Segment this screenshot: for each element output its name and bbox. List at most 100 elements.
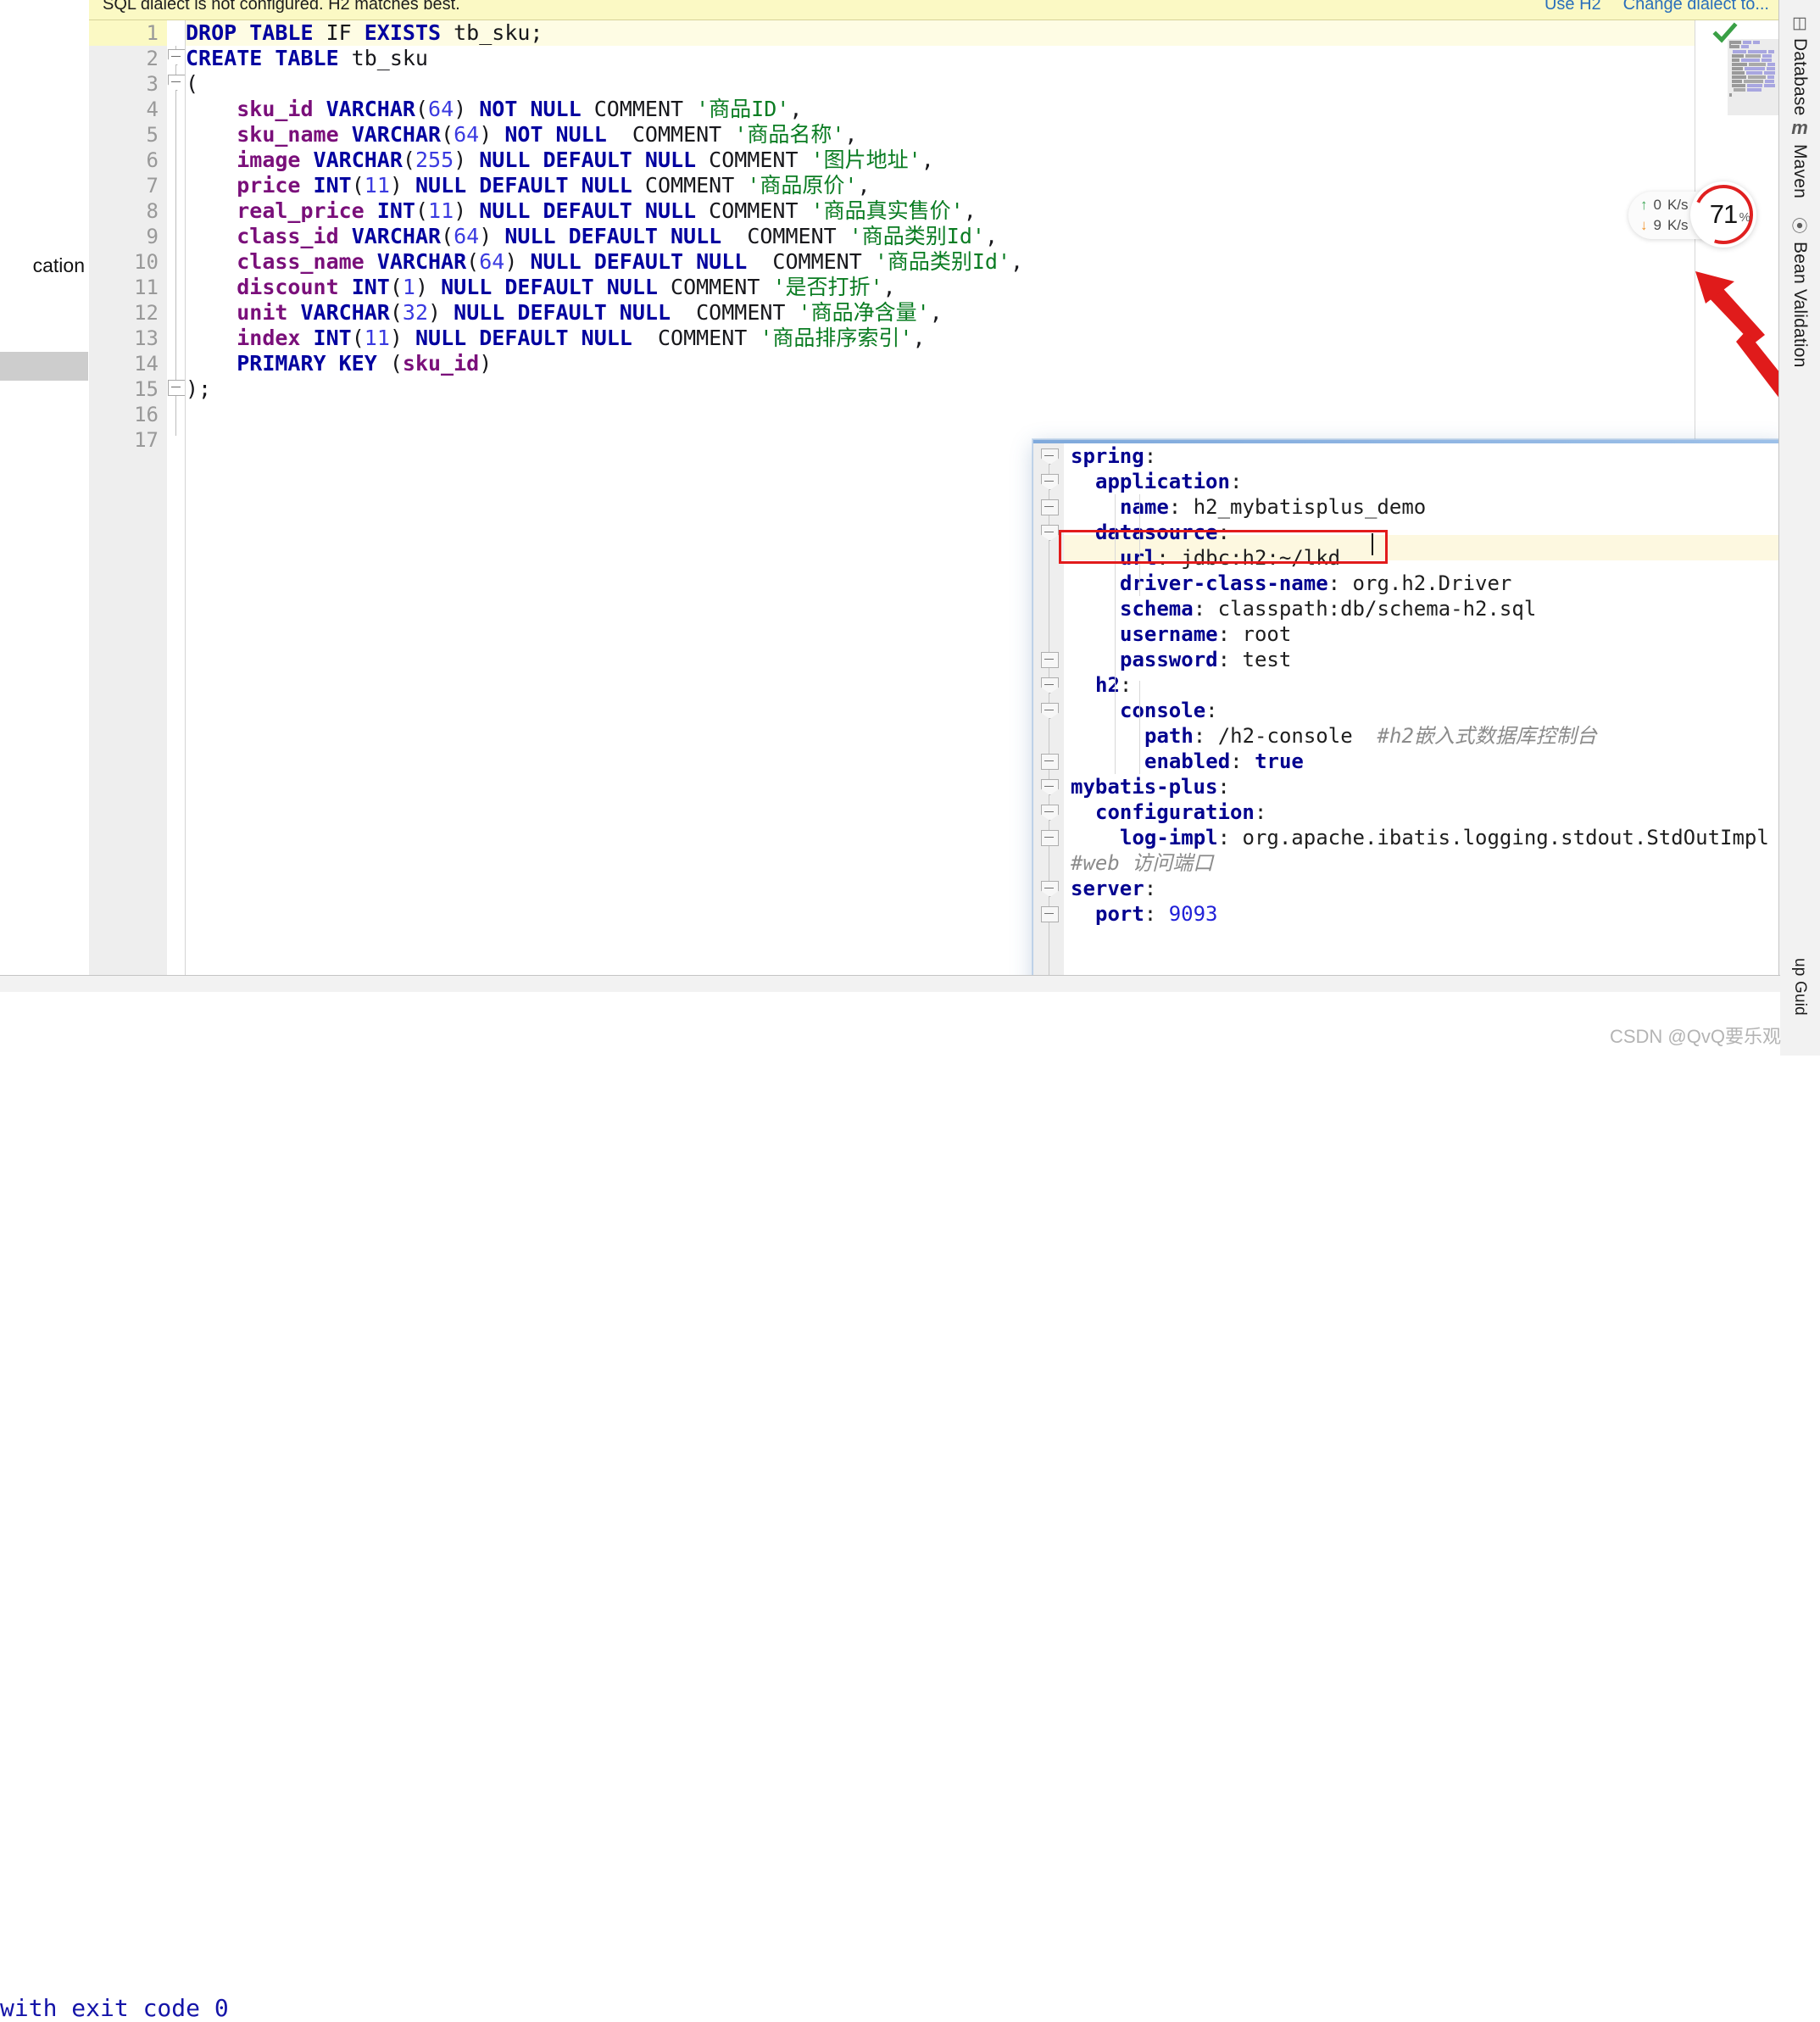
sidebar-item-bean-validation[interactable]: ⦿ Bean Validation bbox=[1779, 219, 1820, 368]
code-token: , bbox=[984, 224, 999, 248]
code-token: ) bbox=[479, 351, 493, 376]
yaml-fold-toggle[interactable] bbox=[1041, 525, 1059, 541]
yaml-line[interactable]: driver-class-name: org.h2.Driver bbox=[1064, 571, 1511, 596]
yaml-line[interactable]: username: root bbox=[1064, 621, 1291, 647]
code-token: ) bbox=[454, 148, 480, 172]
yaml-fold-toggle[interactable] bbox=[1041, 805, 1059, 821]
yaml-line[interactable]: name: h2_mybatisplus_demo bbox=[1064, 494, 1426, 520]
yaml-line[interactable]: mybatis-plus: bbox=[1064, 774, 1230, 799]
run-console[interactable]: with exit code 0 bbox=[0, 992, 1780, 2022]
code-token: COMMENT bbox=[632, 326, 760, 350]
watermark: CSDN @QvQ要乐观 bbox=[1609, 1026, 1781, 1047]
minimap-line bbox=[1741, 58, 1760, 62]
yaml-code-area[interactable]: spring: application: name: h2_mybatisplus_… bbox=[1064, 443, 1783, 1008]
yaml-token: : bbox=[1205, 699, 1218, 722]
code-line[interactable]: sku_name VARCHAR(64) NOT NULL COMMENT '商… bbox=[186, 122, 857, 148]
left-panel-selected-row[interactable] bbox=[0, 352, 88, 381]
yaml-line[interactable]: h2: bbox=[1064, 672, 1132, 698]
code-token: DROP TABLE bbox=[186, 20, 314, 45]
yaml-fold-toggle[interactable] bbox=[1041, 652, 1059, 668]
application-yaml-panel[interactable]: spring: application: name: h2_mybatisplus_… bbox=[1032, 439, 1784, 1009]
yaml-fold-toggle[interactable] bbox=[1041, 830, 1059, 846]
code-token: 255 bbox=[415, 148, 454, 172]
code-line[interactable]: sku_id VARCHAR(64) NOT NULL COMMENT '商品I… bbox=[186, 97, 802, 122]
minimap-line bbox=[1729, 42, 1731, 46]
code-line[interactable]: DROP TABLE IF EXISTS tb_sku; bbox=[186, 20, 543, 46]
code-token: VARCHAR bbox=[326, 97, 415, 121]
code-token: price bbox=[237, 173, 301, 198]
code-line[interactable]: PRIMARY KEY (sku_id) bbox=[186, 351, 492, 376]
code-fold-toggle[interactable] bbox=[168, 380, 186, 396]
minimap-line bbox=[1732, 63, 1747, 66]
yaml-fold-toggle[interactable] bbox=[1041, 906, 1059, 922]
code-token: NULL DEFAULT NULL bbox=[504, 224, 722, 248]
code-token: VARCHAR bbox=[376, 249, 467, 274]
line-number: 5 bbox=[146, 123, 159, 147]
yaml-line[interactable]: console: bbox=[1064, 698, 1218, 723]
code-line[interactable]: class_id VARCHAR(64) NULL DEFAULT NULL C… bbox=[186, 224, 998, 249]
sidebar-item-startup-guide[interactable]: up Guid bbox=[1779, 958, 1820, 1016]
yaml-line[interactable]: path: /h2-console #h2嵌入式数据库控制台 bbox=[1064, 723, 1597, 749]
code-token: ) bbox=[504, 249, 531, 274]
editor-minimap[interactable] bbox=[1728, 39, 1778, 115]
minimap-line bbox=[1732, 84, 1745, 87]
yaml-line[interactable]: application: bbox=[1064, 469, 1242, 494]
minimap-line bbox=[1732, 71, 1745, 75]
yaml-line[interactable]: port: 9093 bbox=[1064, 901, 1218, 927]
yaml-line[interactable]: schema: classpath:db/schema-h2.sql bbox=[1064, 596, 1549, 621]
line-number: 9 bbox=[146, 225, 159, 248]
yaml-fold-toggle[interactable] bbox=[1041, 499, 1059, 515]
yaml-fold-toggle[interactable] bbox=[1041, 779, 1059, 795]
sidebar-item-maven[interactable]: m Maven bbox=[1779, 119, 1820, 199]
yaml-line[interactable]: log-impl: org.apache.ibatis.logging.stdo… bbox=[1064, 825, 1769, 850]
code-line[interactable]: price INT(11) NULL DEFAULT NULL COMMENT … bbox=[186, 173, 870, 198]
yaml-line[interactable]: enabled: true bbox=[1064, 749, 1304, 774]
yaml-fold-toggle[interactable] bbox=[1041, 754, 1059, 770]
code-line[interactable]: index INT(11) NULL DEFAULT NULL COMMENT … bbox=[186, 326, 925, 351]
code-line[interactable]: CREATE TABLE tb_sku bbox=[186, 46, 428, 71]
sidebar-item-database[interactable]: ◫ Database bbox=[1779, 15, 1820, 116]
code-token: VARCHAR bbox=[351, 122, 442, 147]
line-number: 10 bbox=[134, 250, 159, 274]
code-line[interactable]: real_price INT(11) NULL DEFAULT NULL COM… bbox=[186, 198, 977, 224]
code-token: PRIMARY KEY bbox=[237, 351, 377, 376]
line-number: 11 bbox=[134, 276, 159, 299]
code-token: ) bbox=[454, 198, 480, 223]
memory-usage-indicator[interactable]: 71 % bbox=[1690, 181, 1756, 248]
yaml-line[interactable]: spring: bbox=[1064, 443, 1156, 469]
yaml-fold-toggle[interactable] bbox=[1041, 881, 1059, 897]
yaml-fold-toggle[interactable] bbox=[1041, 677, 1059, 693]
change-dialect-link[interactable]: Change dialect to... bbox=[1623, 0, 1769, 14]
code-line[interactable]: ); bbox=[186, 376, 211, 402]
editor-fold-column[interactable] bbox=[167, 20, 186, 975]
minimap-line bbox=[1749, 63, 1766, 66]
code-line[interactable]: unit VARCHAR(32) NULL DEFAULT NULL COMME… bbox=[186, 300, 942, 326]
yaml-line[interactable]: password: test bbox=[1064, 647, 1291, 672]
use-h2-link[interactable]: Use H2 bbox=[1544, 0, 1601, 14]
yaml-token: configuration bbox=[1095, 800, 1255, 824]
code-line[interactable]: image VARCHAR(255) NULL DEFAULT NULL COM… bbox=[186, 148, 934, 173]
yaml-token: : h2_mybatisplus_demo bbox=[1168, 495, 1427, 519]
code-line[interactable]: ( bbox=[186, 71, 198, 97]
code-line[interactable]: discount INT(1) NULL DEFAULT NULL COMMEN… bbox=[186, 275, 895, 300]
yaml-fold-toggle[interactable] bbox=[1041, 448, 1059, 465]
code-line[interactable]: class_name VARCHAR(64) NULL DEFAULT NULL… bbox=[186, 249, 1023, 275]
yaml-line[interactable]: configuration: bbox=[1064, 799, 1266, 825]
sidebar-item-maven-label: Maven bbox=[1790, 144, 1810, 199]
code-token: 64 bbox=[428, 97, 454, 121]
yaml-line[interactable]: server: bbox=[1064, 876, 1156, 901]
editor-gutter[interactable]: 1 2 3 4 5 6 7 8 9 10 11 12 13 14 15 16 17 bbox=[89, 20, 174, 975]
line-number: 7 bbox=[146, 174, 159, 198]
download-speed-row: ↓ 9 K/s bbox=[1640, 217, 1689, 234]
yaml-line[interactable]: #web 访问端口 bbox=[1064, 850, 1213, 876]
yaml-fold-toggle[interactable] bbox=[1041, 703, 1059, 719]
yaml-fold-toggle[interactable] bbox=[1041, 474, 1059, 490]
code-fold-toggle[interactable] bbox=[168, 75, 186, 91]
yaml-gutter[interactable] bbox=[1033, 443, 1064, 1008]
right-tool-sidebar[interactable]: ◫ Database m Maven ⦿ Bean Validation up … bbox=[1778, 0, 1820, 1056]
code-fold-toggle[interactable] bbox=[168, 49, 186, 65]
yaml-token: username bbox=[1120, 622, 1218, 646]
